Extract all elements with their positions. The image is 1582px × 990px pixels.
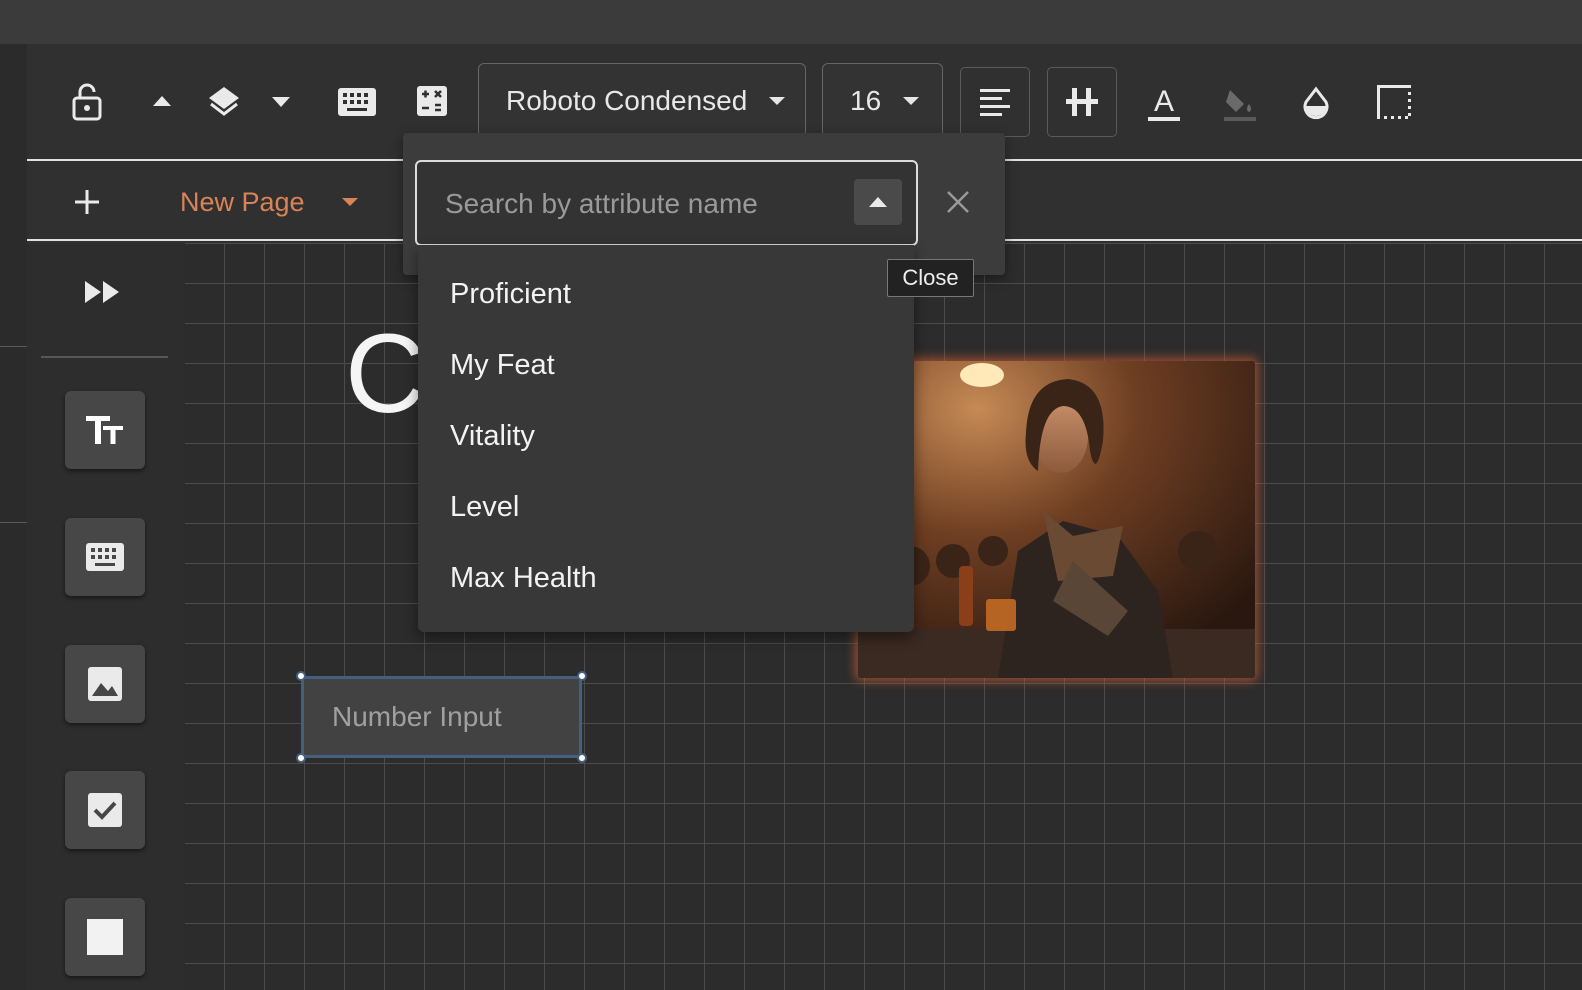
- add-shape-button[interactable]: [65, 898, 145, 976]
- attribute-options-list: Proficient My Feat Vitality Level Max He…: [418, 245, 914, 632]
- font-size-select[interactable]: 16: [822, 63, 943, 137]
- canvas-image-portrait[interactable]: [858, 361, 1255, 678]
- option-item[interactable]: Level: [450, 491, 519, 524]
- text-size-icon: [86, 416, 123, 444]
- add-checkbox-button[interactable]: [65, 771, 145, 849]
- checkbox-icon: [88, 793, 122, 827]
- resize-handle-top-left[interactable]: [296, 671, 306, 681]
- expand-sidebar-icon[interactable]: [79, 273, 127, 311]
- add-page-button[interactable]: [71, 186, 103, 218]
- grid-plus-icon: [1066, 88, 1098, 116]
- align-left-icon: [980, 89, 1010, 116]
- close-tooltip: Close: [887, 259, 974, 297]
- number-input-label: Number Input: [332, 701, 502, 732]
- font-color-icon[interactable]: A: [1142, 82, 1186, 126]
- canvas-heading-text[interactable]: C: [345, 318, 426, 430]
- chevron-down-icon[interactable]: [269, 92, 293, 112]
- resize-handle-top-right[interactable]: [577, 671, 587, 681]
- opacity-drop-icon[interactable]: [1294, 82, 1338, 126]
- keyboard-icon: [86, 543, 124, 571]
- window-top-strip: [0, 0, 1582, 44]
- fill-color-icon[interactable]: [1218, 82, 1262, 126]
- add-text-button[interactable]: [65, 391, 145, 469]
- collapse-options-button[interactable]: [854, 179, 902, 225]
- resize-handle-bottom-right[interactable]: [577, 753, 587, 763]
- close-icon[interactable]: [944, 188, 972, 216]
- resize-handle-bottom-left[interactable]: [296, 753, 306, 763]
- calculator-icon[interactable]: [413, 82, 451, 120]
- sidebar-divider: [41, 356, 168, 358]
- left-edge-panel: [0, 44, 27, 990]
- option-item[interactable]: Proficient: [450, 278, 571, 311]
- caret-up-icon: [869, 197, 887, 207]
- add-image-button[interactable]: [65, 645, 145, 723]
- component-sidebar: [27, 243, 185, 990]
- add-input-button[interactable]: [65, 518, 145, 596]
- caret-down-icon: [903, 96, 920, 105]
- number-input-element[interactable]: Number Input: [301, 676, 582, 758]
- image-icon: [88, 667, 122, 701]
- square-icon: [87, 919, 123, 955]
- layers-icon[interactable]: [203, 81, 245, 123]
- chevron-up-icon[interactable]: [149, 88, 175, 114]
- attribute-search-input[interactable]: [445, 182, 845, 226]
- lock-open-icon[interactable]: [65, 80, 109, 124]
- font-family-value: Roboto Condensed: [506, 84, 748, 116]
- keyboard-icon[interactable]: [335, 82, 379, 122]
- portrait-image: [858, 361, 1255, 678]
- page-tab-label: New Page: [180, 186, 305, 217]
- page-menu-caret-icon[interactable]: [341, 198, 358, 206]
- text-align-button[interactable]: [960, 67, 1030, 137]
- font-family-select[interactable]: Roboto Condensed: [478, 63, 806, 137]
- font-size-value: 16: [850, 84, 882, 116]
- attribute-search-field: [415, 160, 918, 246]
- caret-down-icon: [769, 96, 786, 105]
- option-item[interactable]: My Feat: [450, 349, 555, 382]
- grid-snap-button[interactable]: [1047, 67, 1117, 137]
- border-style-icon[interactable]: [1372, 80, 1416, 124]
- svg-text:A: A: [1154, 85, 1174, 118]
- tab-new-page[interactable]: New Page: [180, 182, 358, 222]
- left-edge-divider: [0, 522, 27, 523]
- option-item[interactable]: Vitality: [450, 420, 535, 453]
- option-item[interactable]: Max Health: [450, 562, 597, 595]
- left-edge-divider: [0, 346, 27, 347]
- plus-icon: [75, 190, 99, 214]
